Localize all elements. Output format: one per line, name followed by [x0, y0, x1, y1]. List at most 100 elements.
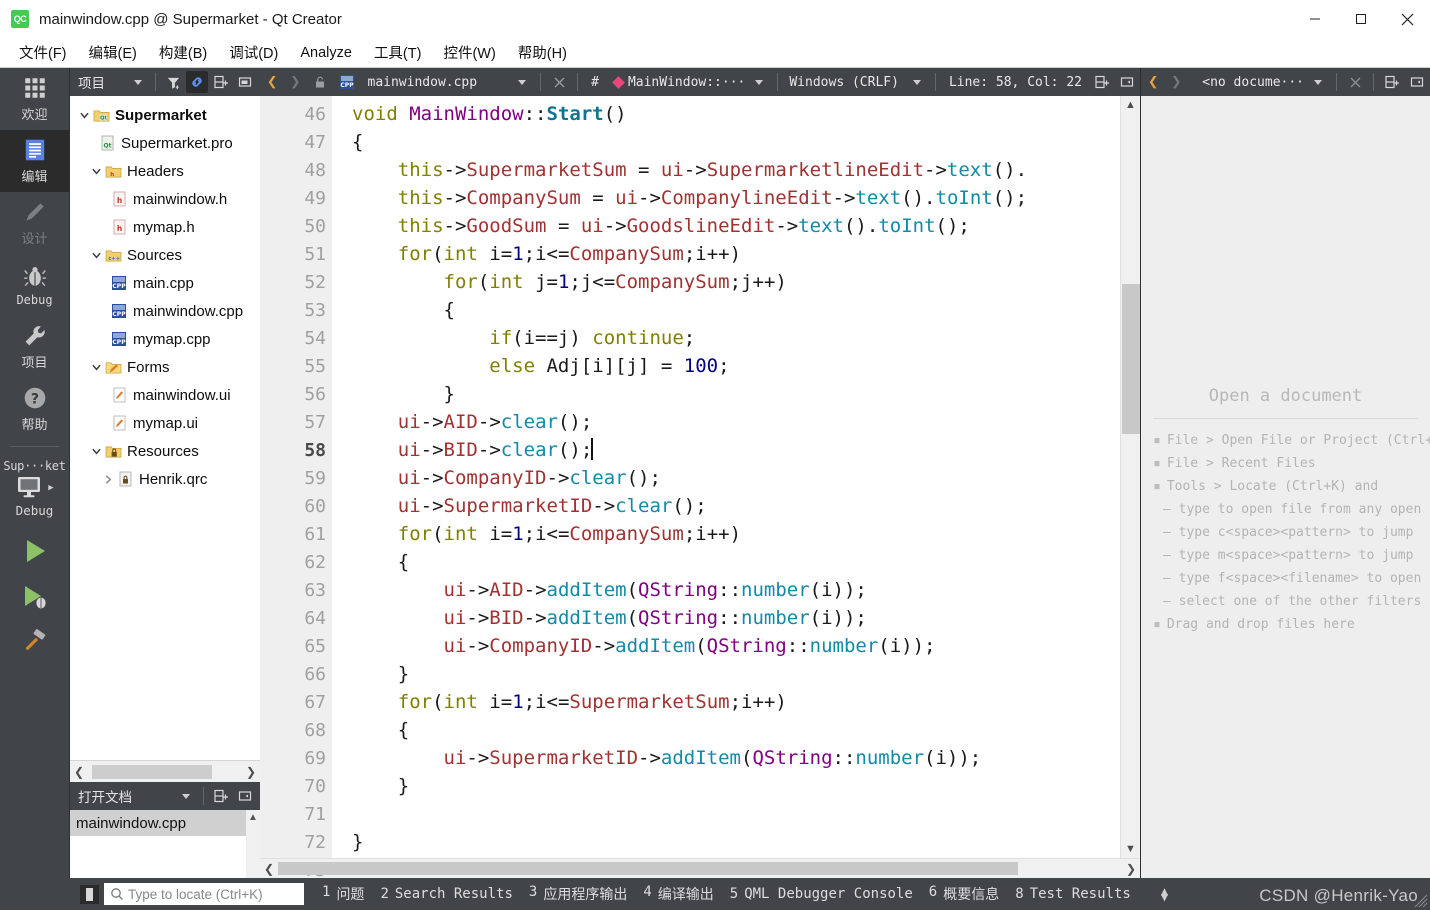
code-line[interactable]: ui->BID->clear();	[352, 436, 1120, 464]
code-line[interactable]	[352, 800, 1120, 828]
close-icon[interactable]	[1344, 71, 1366, 93]
code-line[interactable]: else Adj[i][j] = 100;	[352, 352, 1120, 380]
code-line[interactable]: {	[352, 716, 1120, 744]
chevron-down-icon[interactable]	[76, 110, 92, 121]
menu-debug[interactable]: 调试(D)	[218, 38, 289, 67]
menu-tools[interactable]: 工具(T)	[363, 38, 433, 67]
code-line[interactable]: for(int j=1;j<=CompanySum;j++)	[352, 268, 1120, 296]
unsplit-editor-icon[interactable]	[1116, 71, 1138, 93]
chevron-right-icon[interactable]	[100, 474, 116, 485]
tree-item-supermarket[interactable]: Qt Supermarket	[70, 101, 260, 129]
line-ending-label[interactable]: Windows (CRLF)	[785, 75, 903, 90]
vscroll-track[interactable]	[1121, 114, 1140, 840]
split-icon[interactable]	[210, 785, 232, 807]
tree-item-mainwindow-h[interactable]: h mainwindow.h	[70, 185, 260, 213]
code-line[interactable]: }	[352, 772, 1120, 800]
scroll-left-icon[interactable]: ❮	[70, 762, 88, 782]
code-line[interactable]: ui->AID->clear();	[352, 408, 1120, 436]
code-line[interactable]: for(int i=1;i<=CompanySum;i++)	[352, 520, 1120, 548]
pane-button-app-output[interactable]: 3 应用程序输出	[529, 884, 627, 904]
split-editor-icon[interactable]	[1381, 71, 1403, 93]
code-line[interactable]: {	[352, 128, 1120, 156]
mode-design[interactable]: 设计	[0, 192, 69, 254]
code-line[interactable]	[352, 856, 1120, 858]
forward-arrow-icon[interactable]: ❯	[1166, 72, 1186, 92]
open-documents-list[interactable]: mainwindow.cpp ▲	[70, 810, 260, 878]
unlock-icon[interactable]	[309, 71, 331, 93]
link-icon[interactable]	[186, 71, 208, 93]
project-tree-hscrollbar[interactable]: ❮ ❯	[70, 760, 260, 782]
maximize-button[interactable]	[1338, 0, 1384, 38]
tree-item-mainwindow-cpp[interactable]: CPP mainwindow.cpp	[70, 297, 260, 325]
editor-hscrollbar[interactable]: ❮ ❯	[260, 858, 1140, 878]
mode-edit[interactable]: 编辑	[0, 130, 69, 192]
code-line[interactable]: if(i==j) continue;	[352, 324, 1120, 352]
code-line[interactable]: void MainWindow::Start()	[352, 100, 1120, 128]
right-document-dropdown[interactable]	[1307, 71, 1329, 93]
pane-button-issues[interactable]: 1 问题	[322, 884, 364, 904]
pane-button-qml-debugger[interactable]: 5 QML Debugger Console	[730, 886, 913, 902]
pane-button-general-messages[interactable]: 6 概要信息	[929, 884, 999, 904]
mode-help[interactable]: ? 帮助	[0, 378, 69, 440]
resize-grip-icon[interactable]	[1414, 894, 1428, 908]
expand-all-icon[interactable]	[210, 71, 232, 93]
close-icon[interactable]	[548, 71, 570, 93]
code-line[interactable]: ui->BID->addItem(QString::number(i));	[352, 604, 1120, 632]
code-line[interactable]: {	[352, 296, 1120, 324]
symbol-selector[interactable]: MainWindow::···	[608, 75, 745, 90]
tree-item-forms[interactable]: Forms	[70, 353, 260, 381]
chevron-down-icon[interactable]	[88, 166, 104, 177]
tree-item-resources[interactable]: Resources	[70, 437, 260, 465]
code-line[interactable]: for(int i=1;i<=SupermarketSum;i++)	[352, 688, 1120, 716]
unsplit-editor-icon[interactable]	[1406, 71, 1428, 93]
tree-item-supermarket-pro[interactable]: Qt Supermarket.pro	[70, 129, 260, 157]
locate-icon[interactable]	[80, 884, 99, 904]
back-arrow-icon[interactable]: ❮	[262, 72, 282, 92]
scroll-right-icon[interactable]: ❯	[1122, 859, 1140, 879]
hscroll-track[interactable]	[88, 764, 242, 779]
mode-debug[interactable]: Debug	[0, 254, 69, 316]
open-documents-dropdown[interactable]	[175, 785, 197, 807]
filter-icon[interactable]	[162, 71, 184, 93]
chevron-down-icon[interactable]	[88, 446, 104, 457]
tree-item-main-cpp[interactable]: CPP main.cpp	[70, 269, 260, 297]
forward-arrow-icon[interactable]: ❯	[285, 72, 305, 92]
scroll-up-icon[interactable]: ▲	[1125, 96, 1136, 114]
code-line[interactable]: ui->SupermarketID->addItem(QString::numb…	[352, 744, 1120, 772]
menu-edit[interactable]: 编辑(E)	[78, 38, 148, 67]
run-button[interactable]	[20, 536, 50, 566]
ehscroll-thumb[interactable]	[278, 862, 1018, 875]
tree-item-henrik-qrc[interactable]: Henrik.qrc	[70, 465, 260, 493]
code-line[interactable]: }	[352, 828, 1120, 856]
debug-button[interactable]	[19, 582, 51, 612]
pane-button-search-results[interactable]: 2 Search Results	[380, 886, 512, 902]
code-line[interactable]: for(int i=1;i<=CompanySum;i++)	[352, 240, 1120, 268]
pane-button-test-results[interactable]: 8 Test Results	[1015, 886, 1131, 902]
project-tree[interactable]: Qt Supermarket Qt Supermarket.pro h Head…	[70, 96, 260, 760]
ehscroll-track[interactable]	[278, 862, 1122, 875]
back-arrow-icon[interactable]: ❮	[1143, 72, 1163, 92]
updown-icon[interactable]: ▲ ▼	[1161, 885, 1168, 903]
open-documents-scrollbar[interactable]: ▲	[246, 810, 260, 878]
scroll-right-icon[interactable]: ❯	[242, 762, 260, 782]
tree-item-sources[interactable]: c++ Sources	[70, 241, 260, 269]
close-panel-icon[interactable]	[234, 785, 256, 807]
code-line[interactable]: {	[352, 548, 1120, 576]
code-line[interactable]: ui->CompanyID->clear();	[352, 464, 1120, 492]
code-line[interactable]: ui->AID->addItem(QString::number(i));	[352, 576, 1120, 604]
tree-item-mymap-h[interactable]: h mymap.h	[70, 213, 260, 241]
collapse-icon[interactable]	[234, 71, 256, 93]
menu-window[interactable]: 控件(W)	[432, 38, 506, 67]
code-text-area[interactable]: void MainWindow::Start(){ this->Supermar…	[332, 96, 1120, 858]
open-document-item[interactable]: mainwindow.cpp	[70, 810, 246, 836]
mode-projects[interactable]: 项目	[0, 316, 69, 378]
code-editor[interactable]: 46 47 48 49 50 51 52 53 54 55 56 57 58 59 60 61 62 63 64 65…	[260, 96, 1140, 881]
tree-item-mymap-ui[interactable]: mymap.ui	[70, 409, 260, 437]
chevron-down-icon[interactable]	[88, 362, 104, 373]
menu-file[interactable]: 文件(F)	[8, 38, 78, 67]
close-button[interactable]	[1384, 0, 1430, 38]
tree-item-headers[interactable]: h Headers	[70, 157, 260, 185]
project-selector-dropdown[interactable]	[127, 71, 149, 93]
editor-file-dropdown[interactable]	[511, 71, 533, 93]
tree-item-mainwindow-ui[interactable]: mainwindow.ui	[70, 381, 260, 409]
